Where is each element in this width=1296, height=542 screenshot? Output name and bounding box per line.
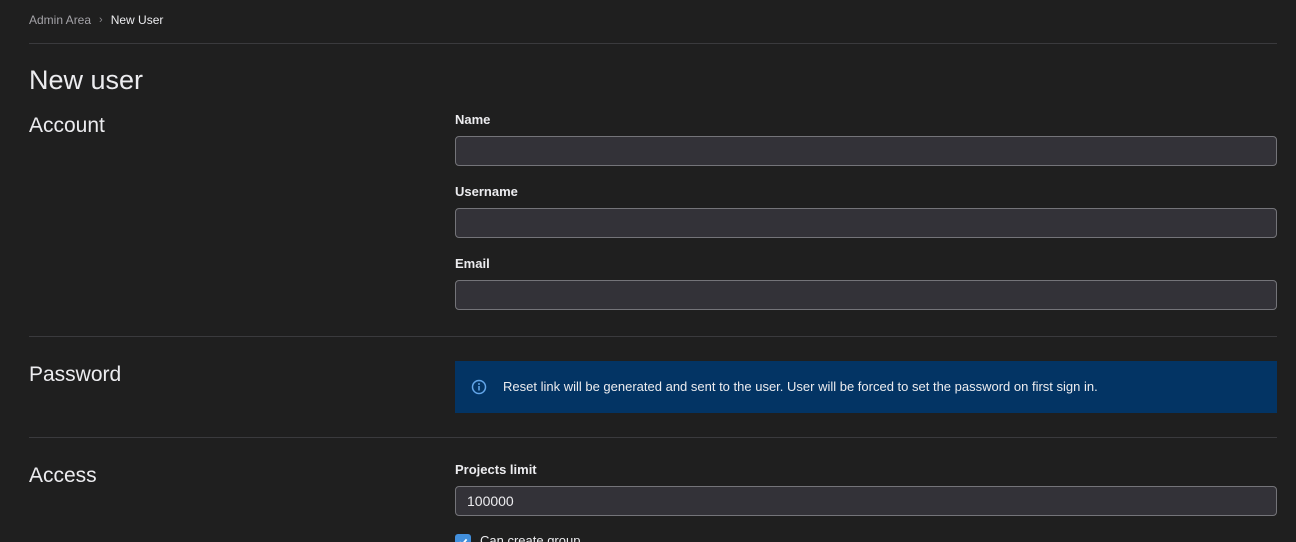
chevron-right-icon: › (99, 14, 103, 26)
can-create-group-label: Can create group (480, 533, 581, 542)
name-label: Name (455, 112, 491, 127)
breadcrumb: Admin Area › New User (29, 12, 163, 28)
header-divider (29, 43, 1277, 44)
breadcrumb-admin-area-link[interactable]: Admin Area (29, 12, 91, 28)
password-info-alert: Reset link will be generated and sent to… (455, 361, 1277, 413)
email-label: Email (455, 256, 490, 271)
checkmark-icon (459, 538, 468, 542)
name-input[interactable] (455, 136, 1277, 166)
projects-limit-input[interactable] (455, 486, 1277, 516)
password-alert-text: Reset link will be generated and sent to… (503, 379, 1098, 394)
password-divider (29, 437, 1277, 438)
info-icon (471, 379, 487, 395)
username-label: Username (455, 184, 518, 199)
access-section-title: Access (29, 464, 97, 487)
can-create-group-checkbox[interactable] (455, 534, 471, 542)
username-input[interactable] (455, 208, 1277, 238)
breadcrumb-current: New User (110, 13, 164, 27)
new-user-page: Admin Area › New User New user Account N… (0, 0, 1296, 542)
account-divider (29, 336, 1277, 337)
projects-limit-label: Projects limit (455, 462, 537, 477)
password-section-title: Password (29, 363, 122, 386)
page-title: New user (29, 65, 144, 95)
account-section-title: Account (29, 114, 105, 137)
email-input[interactable] (455, 280, 1277, 310)
